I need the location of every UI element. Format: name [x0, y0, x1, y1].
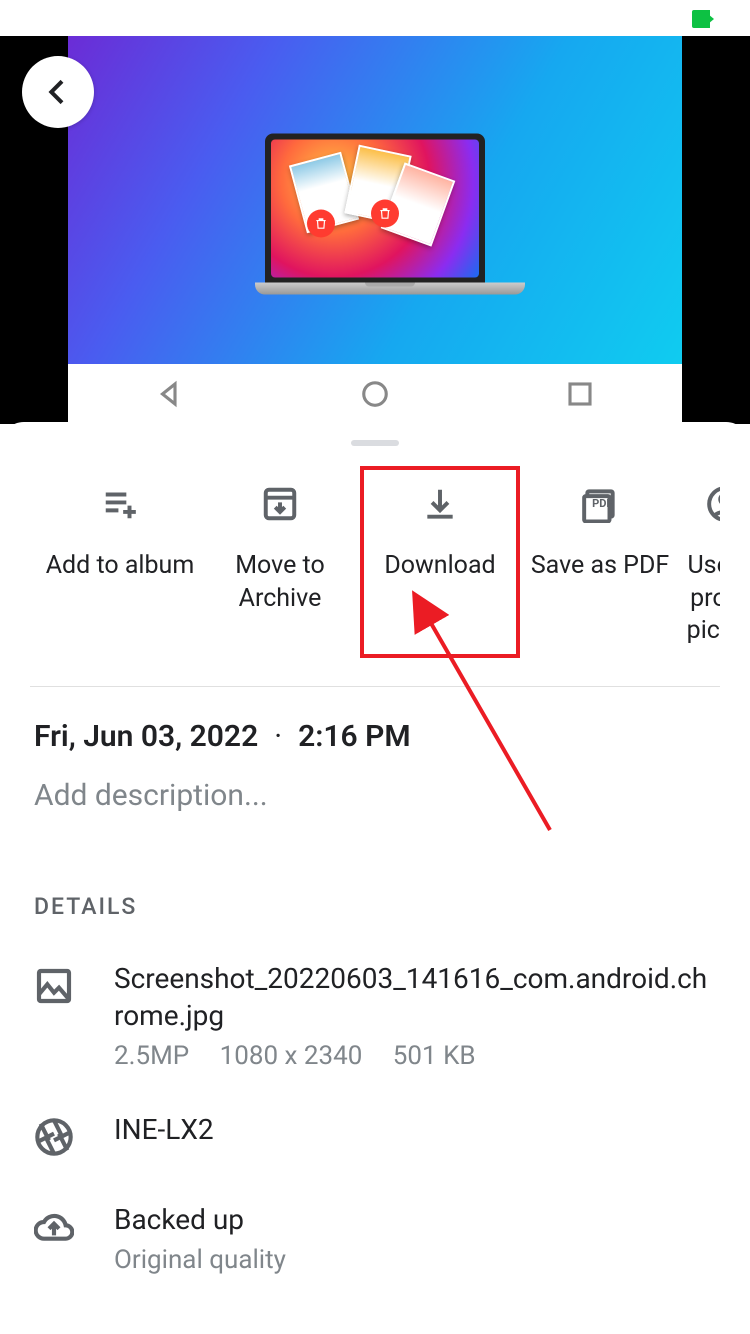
image-icon	[34, 966, 74, 1006]
backup-status: Backed up	[114, 1201, 716, 1239]
detail-file[interactable]: Screenshot_20220603_141616_com.android.c…	[0, 920, 750, 1072]
action-label: Add to album	[45, 550, 195, 583]
filesize: 501 KB	[393, 1041, 476, 1071]
chevron-left-icon	[42, 76, 74, 108]
nav-home-icon[interactable]	[360, 379, 390, 409]
bottom-sheet: Add to album Move to Archive Download PD…	[0, 422, 750, 1275]
action-label: Download	[365, 550, 515, 583]
resolution: 1080 x 2340	[220, 1041, 363, 1071]
details-heading: DETAILS	[0, 813, 750, 920]
drag-handle[interactable]	[351, 440, 399, 446]
status-bar	[0, 0, 750, 36]
nav-recent-icon[interactable]	[565, 379, 595, 409]
playlist-add-icon	[101, 485, 139, 523]
action-label: Use as profile picture	[685, 550, 720, 648]
cloud-upload-icon	[34, 1207, 74, 1247]
pdf-icon: PDF	[581, 485, 619, 523]
use-as-profile-button[interactable]: Use as profile picture	[680, 466, 720, 658]
detail-backup[interactable]: Backed up Original quality	[0, 1161, 750, 1275]
photo-time: 2:16 PM	[298, 719, 411, 754]
status-indicator-icon	[692, 10, 710, 28]
nav-back-icon[interactable]	[155, 379, 185, 409]
datetime-row[interactable]: Fri, Jun 03, 2022 · 2:16 PM	[0, 687, 750, 754]
back-button[interactable]	[22, 56, 94, 128]
photo-date: Fri, Jun 03, 2022	[34, 719, 258, 754]
action-row: Add to album Move to Archive Download PD…	[30, 466, 720, 687]
download-icon	[421, 485, 459, 523]
filename: Screenshot_20220603_141616_com.android.c…	[114, 960, 716, 1036]
save-as-pdf-button[interactable]: PDF Save as PDF	[520, 466, 680, 658]
add-to-album-button[interactable]: Add to album	[40, 466, 200, 658]
move-to-archive-button[interactable]: Move to Archive	[200, 466, 360, 658]
megapixels: 2.5MP	[114, 1041, 189, 1071]
profile-icon	[706, 485, 720, 523]
description-input[interactable]: Add description...	[0, 754, 750, 813]
photo-viewer[interactable]	[0, 36, 750, 424]
archive-icon	[261, 485, 299, 523]
android-nav-bar	[68, 364, 682, 424]
detail-device[interactable]: INE-LX2	[0, 1071, 750, 1161]
svg-text:PDF: PDF	[592, 497, 612, 510]
aperture-icon	[34, 1117, 74, 1157]
download-button[interactable]: Download	[360, 466, 520, 658]
action-label: Move to Archive	[205, 550, 355, 615]
separator-dot: ·	[274, 719, 282, 754]
backup-quality: Original quality	[114, 1245, 286, 1275]
laptop-graphic	[255, 134, 495, 295]
device-name: INE-LX2	[114, 1111, 716, 1149]
action-label: Save as PDF	[525, 550, 675, 583]
